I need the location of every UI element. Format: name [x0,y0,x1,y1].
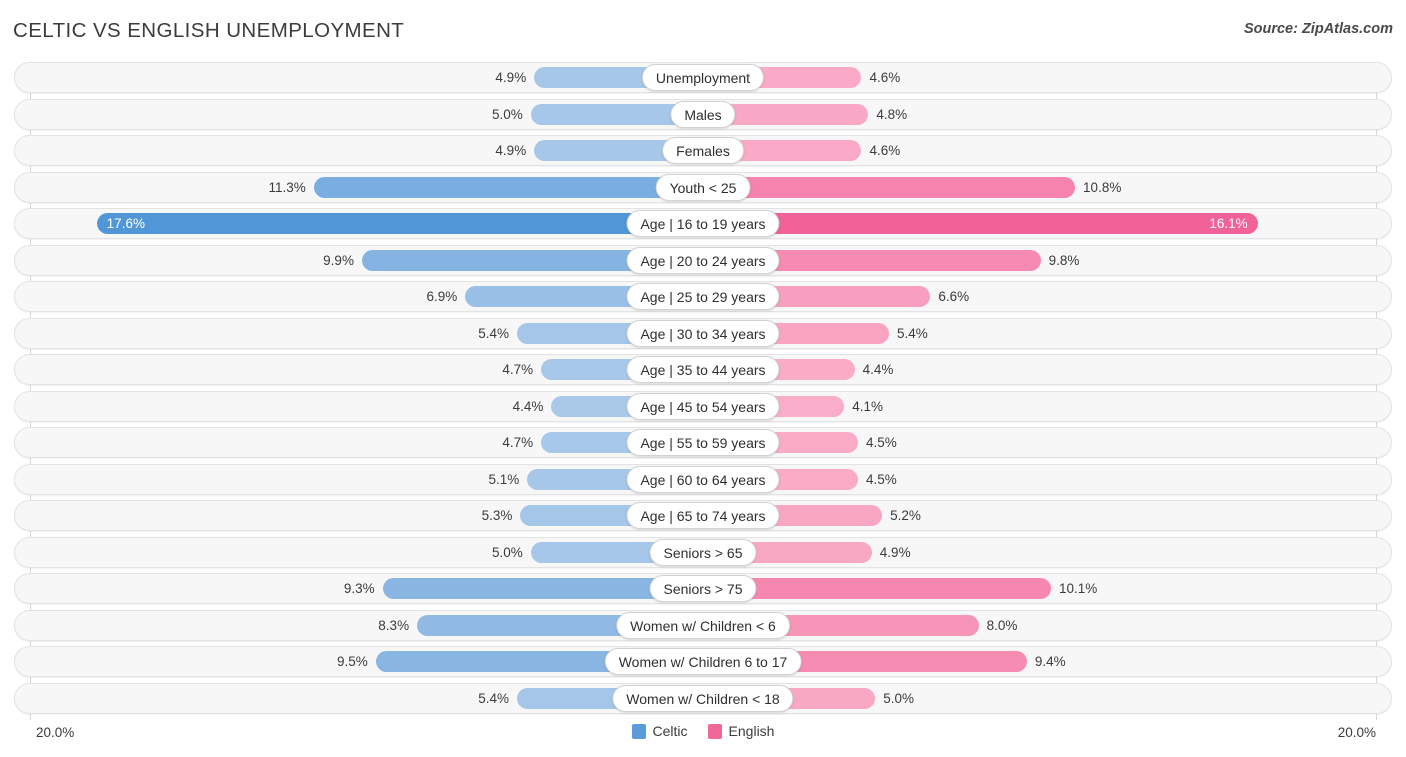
table-row: 4.9% 4.6% Unemployment [14,62,1392,93]
table-row: 5.1% 4.5% Age | 60 to 64 years [14,463,1392,495]
category-label: Age | 35 to 44 years [626,356,780,383]
chart-legend: Celtic English [0,723,1406,739]
value-label-english: 9.8% [1048,252,1080,268]
value-label-english: 10.8% [1083,179,1122,195]
value-label-celtic: 9.3% [343,581,375,596]
bar-celtic [313,176,703,198]
chart-plot-area: 4.9% 4.6% Unemployment 5.0% 4.8% Males 4.9% 4.6… [0,62,1406,720]
legend-label: English [728,723,775,739]
value-label-celtic: 5.3% [481,508,513,523]
value-label-celtic: 4.7% [502,435,534,450]
value-label-celtic: 5.4% [478,325,509,341]
value-label-english: 4.4% [862,362,894,377]
category-label: Age | 16 to 19 years [626,210,780,237]
category-label: Youth < 25 [655,173,751,201]
category-label: Age | 20 to 24 years [626,246,780,274]
table-row: 9.5% 9.4% Women w/ Children 6 to 17 [14,646,1392,677]
table-row: 8.3% 8.0% Women w/ Children < 6 [14,609,1392,641]
category-label: Age | 25 to 29 years [626,283,780,310]
source-attribution: Source: ZipAtlas.com [1243,21,1393,37]
table-row: 5.0% 4.8% Males [14,98,1392,130]
value-label-celtic: 4.4% [512,398,544,414]
value-label-english: 4.6% [869,143,901,158]
table-row: 4.4% 4.1% Age | 45 to 54 years [14,390,1392,422]
value-label-english: 4.6% [869,70,901,85]
legend-item-english[interactable]: English [707,723,775,739]
table-row: 5.4% 5.4% Age | 30 to 34 years [14,317,1392,349]
chart-footer: 20.0% 20.0% Celtic English [0,718,1406,757]
category-label: Seniors > 65 [649,538,757,566]
category-label: Women w/ Children < 18 [612,684,794,712]
legend-swatch-icon [631,723,646,739]
table-row: 4.7% 4.4% Age | 35 to 44 years [14,354,1392,385]
category-label: Age | 55 to 59 years [626,429,780,456]
value-label-celtic: 5.1% [488,471,520,487]
category-label: Age | 30 to 34 years [626,319,780,347]
legend-swatch-icon [707,723,722,739]
table-row: 4.7% 4.5% Age | 55 to 59 years [14,427,1392,458]
table-row: 9.9% 9.8% Age | 20 to 24 years [14,244,1392,276]
value-label-english: 4.8% [876,106,908,122]
page-title: CELTIC VS ENGLISH UNEMPLOYMENT [13,19,405,42]
category-label: Age | 45 to 54 years [626,392,780,420]
value-label-english: 4.9% [879,544,911,560]
value-label-celtic: 6.9% [426,289,458,304]
category-label: Females [662,137,744,164]
category-label: Age | 65 to 74 years [626,502,780,529]
value-label-celtic: 9.5% [336,654,368,669]
category-label: Males [670,100,736,128]
value-label-celtic: 4.9% [495,143,527,158]
bar-english [703,176,1076,198]
value-label-english: 5.2% [890,508,921,523]
value-label-celtic: 4.7% [502,362,534,377]
chart-header: CELTIC VS ENGLISH UNEMPLOYMENT Source: Z… [0,0,1406,62]
value-label-celtic: 17.6% [106,216,145,231]
value-label-celtic: 5.0% [491,544,523,560]
value-label-english: 10.1% [1058,581,1098,596]
legend-label: Celtic [652,723,688,739]
table-row: 17.6% 16.1% Age | 16 to 19 years [14,208,1392,239]
table-row: 6.9% 6.6% Age | 25 to 29 years [14,281,1392,312]
category-label: Unemployment [641,64,765,91]
category-label: Age | 60 to 64 years [626,465,780,493]
value-label-english: 16.1% [1209,216,1248,231]
value-label-english: 6.6% [938,289,970,304]
category-label: Women w/ Children 6 to 17 [604,648,802,675]
value-label-celtic: 5.4% [478,690,509,706]
category-label: Seniors > 75 [649,575,757,602]
value-label-english: 9.4% [1034,654,1066,669]
value-label-english: 4.1% [852,398,884,414]
table-row: 5.3% 5.2% Age | 65 to 74 years [14,500,1392,531]
value-label-celtic: 5.0% [491,106,523,122]
value-label-celtic: 8.3% [378,617,410,633]
value-label-celtic: 9.9% [323,252,354,268]
table-row: 5.4% 5.0% Women w/ Children < 18 [14,682,1392,714]
legend-item-celtic[interactable]: Celtic [631,723,688,739]
table-row: 9.3% 10.1% Seniors > 75 [14,573,1392,604]
value-label-english: 5.4% [897,325,928,341]
value-label-celtic: 4.9% [495,70,527,85]
category-label: Women w/ Children < 6 [616,611,790,639]
table-row: 5.0% 4.9% Seniors > 65 [14,536,1392,568]
table-row: 4.9% 4.6% Females [14,135,1392,166]
table-row: 11.3% 10.8% Youth < 25 [14,171,1392,203]
value-label-english: 4.5% [866,435,897,450]
value-label-english: 8.0% [986,617,1018,633]
value-label-celtic: 11.3% [268,179,306,195]
value-label-english: 4.5% [866,471,897,487]
value-label-english: 5.0% [883,690,915,706]
